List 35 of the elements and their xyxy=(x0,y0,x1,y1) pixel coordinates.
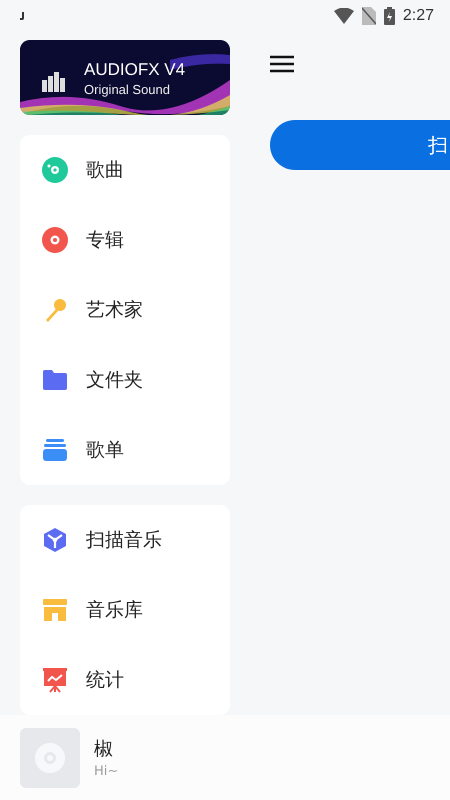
menu-item-label: 统计 xyxy=(86,668,124,693)
menu-item-label: 歌单 xyxy=(86,438,124,463)
disc-icon xyxy=(42,227,68,253)
menu-item[interactable]: 统计 xyxy=(20,645,230,715)
stack-icon xyxy=(42,438,68,462)
scan-button[interactable]: 扫 xyxy=(270,120,450,170)
menu-item[interactable]: 歌单 xyxy=(20,415,230,485)
battery-icon xyxy=(384,7,395,25)
no-sim-icon xyxy=(362,7,376,25)
wifi-icon xyxy=(334,8,354,24)
chart-board-icon xyxy=(42,667,68,693)
cube-icon xyxy=(42,527,68,553)
menu-item-label: 音乐库 xyxy=(86,598,143,623)
banner-subtitle: Original Sound xyxy=(84,82,171,97)
menu-item[interactable]: 歌曲 xyxy=(20,135,230,205)
menu-item-label: 专辑 xyxy=(86,228,124,253)
equalizer-icon xyxy=(42,70,66,92)
menu-item[interactable]: 文件夹 xyxy=(20,345,230,415)
menu-item-label: 艺术家 xyxy=(86,298,143,323)
store-icon xyxy=(42,598,68,622)
disc-icon xyxy=(42,157,68,183)
menu-item-label: 文件夹 xyxy=(86,368,143,393)
track-title: 椒 xyxy=(94,737,114,762)
banner-title: AUDIOFX V4 xyxy=(84,60,186,80)
menu-item[interactable]: 音乐库 xyxy=(20,575,230,645)
track-artist: Hi~ xyxy=(94,764,118,779)
notification-icon xyxy=(20,12,26,20)
menu-item[interactable]: 专辑 xyxy=(20,205,230,275)
menu-item-label: 扫描音乐 xyxy=(86,528,162,553)
menu-item[interactable]: 艺术家 xyxy=(20,275,230,345)
status-time: 2:27 xyxy=(402,7,434,25)
menu-icon xyxy=(270,55,294,73)
folder-icon xyxy=(42,369,68,391)
menu-item-label: 歌曲 xyxy=(86,158,124,183)
menu-item[interactable]: 扫描音乐 xyxy=(20,505,230,575)
